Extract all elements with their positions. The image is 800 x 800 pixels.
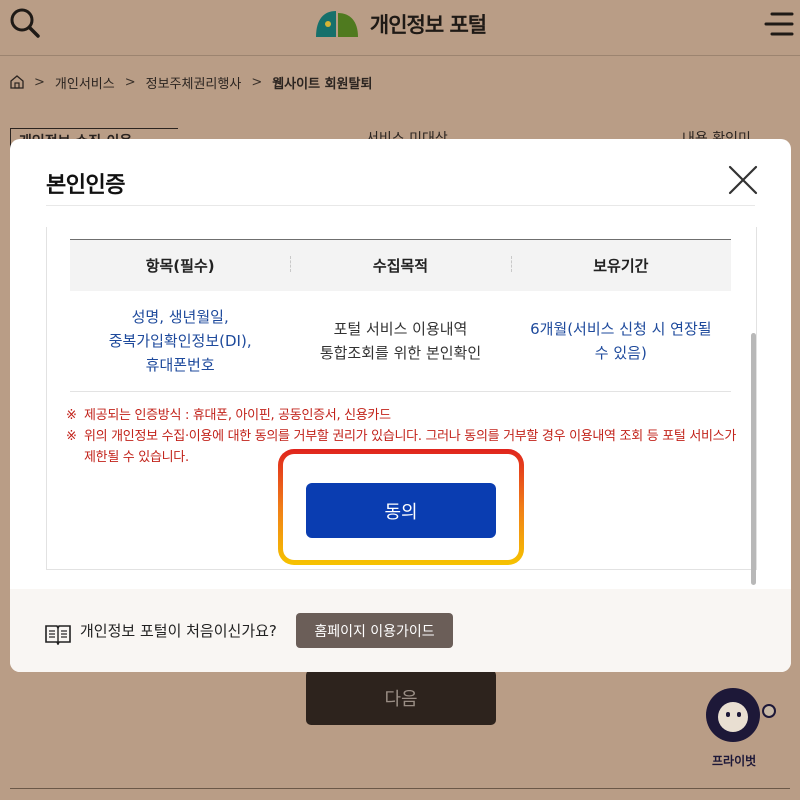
modal-header-divider bbox=[46, 205, 755, 206]
table-header-row: 항목(필수) 수집목적 보유기간 bbox=[70, 239, 731, 291]
breadcrumb-separator: > bbox=[34, 74, 45, 90]
next-button: 다음 bbox=[306, 670, 496, 725]
agree-button[interactable]: 동의 bbox=[306, 483, 496, 538]
note-text: 제공되는 인증방식 : 휴대폰, 아이핀, 공동인증서, 신용카드 bbox=[84, 408, 391, 423]
breadcrumb-separator: > bbox=[124, 74, 136, 90]
breadcrumb: > 개인서비스 > 정보주체권리행사 > 웹사이트 회원탈퇴 bbox=[10, 72, 372, 92]
chatbot-widget[interactable]: 프라이벗 bbox=[700, 688, 778, 768]
modal-footer: 개인정보 포털이 처음이신가요? 홈페이지 이용가이드 bbox=[10, 589, 791, 672]
modal-title: 본인인증 bbox=[46, 173, 125, 198]
chatbot-hand-icon bbox=[762, 704, 776, 718]
breadcrumb-item-rights[interactable]: 정보주체권리행사 bbox=[146, 73, 242, 92]
table-cell-line: 수 있음) bbox=[594, 344, 647, 362]
chatbot-label: 프라이벗 bbox=[712, 754, 757, 768]
chatbot-avatar-icon bbox=[706, 688, 760, 742]
breadcrumb-item-current: 웹사이트 회원탈퇴 bbox=[272, 76, 373, 92]
table-header-period: 보유기간 bbox=[510, 255, 731, 276]
table-cell-period: 6개월(서비스 신청 시 연장될 수 있음) bbox=[511, 317, 731, 365]
table-cell-line: 6개월(서비스 신청 시 연장될 bbox=[530, 320, 712, 338]
first-visit-question: 개인정보 포털이 처음이신가요? bbox=[80, 622, 277, 640]
table-cell-line: 성명, 생년월일, bbox=[131, 308, 229, 326]
note-auth-methods: ※ 제공되는 인증방식 : 휴대폰, 아이핀, 공동인증서, 신용카드 bbox=[66, 405, 738, 426]
close-icon[interactable] bbox=[726, 163, 760, 197]
hamburger-menu-icon[interactable] bbox=[764, 10, 794, 38]
consent-table: 항목(필수) 수집목적 보유기간 성명, 생년월일, 중복가입확인정보(DI),… bbox=[70, 239, 731, 392]
note-mark: ※ bbox=[66, 408, 77, 423]
note-mark: ※ bbox=[66, 429, 77, 444]
table-cell-line: 포털 서비스 이용내역 bbox=[333, 320, 468, 338]
breadcrumb-separator: > bbox=[251, 74, 263, 90]
logo-text: 개인정보 포털 bbox=[369, 13, 487, 37]
table-cell-purpose: 포털 서비스 이용내역 통합조회를 위한 본인확인 bbox=[290, 317, 510, 365]
search-icon[interactable] bbox=[8, 6, 42, 40]
page-bottom-divider bbox=[10, 788, 790, 789]
site-logo[interactable]: 개인정보 포털 bbox=[314, 9, 487, 39]
header-divider bbox=[0, 55, 800, 56]
logo-mark-icon bbox=[315, 11, 358, 37]
table-header-purpose: 수집목적 bbox=[290, 255, 510, 276]
homepage-guide-button[interactable]: 홈페이지 이용가이드 bbox=[296, 613, 453, 648]
table-cell-line: 휴대폰번호 bbox=[145, 356, 215, 374]
table-header-items: 항목(필수) bbox=[145, 257, 215, 275]
scrollbar-thumb[interactable] bbox=[751, 333, 756, 585]
table-cell-line: 통합조회를 위한 본인확인 bbox=[319, 344, 482, 362]
table-cell-line: 중복가입확인정보(DI), bbox=[108, 332, 252, 350]
home-icon[interactable] bbox=[10, 75, 24, 89]
book-icon bbox=[45, 625, 71, 645]
table-cell-items: 성명, 생년월일, 중복가입확인정보(DI), 휴대폰번호 bbox=[70, 305, 290, 377]
table-row: 성명, 생년월일, 중복가입확인정보(DI), 휴대폰번호 포털 서비스 이용내… bbox=[70, 291, 731, 392]
breadcrumb-item-personal-service[interactable]: 개인서비스 bbox=[55, 73, 115, 92]
site-header: 개인정보 포털 bbox=[0, 0, 800, 56]
identity-verification-modal: 본인인증 항목(필수) 수집목적 보유기간 성명, 생년월일, 중복가입확인정보… bbox=[10, 139, 791, 672]
